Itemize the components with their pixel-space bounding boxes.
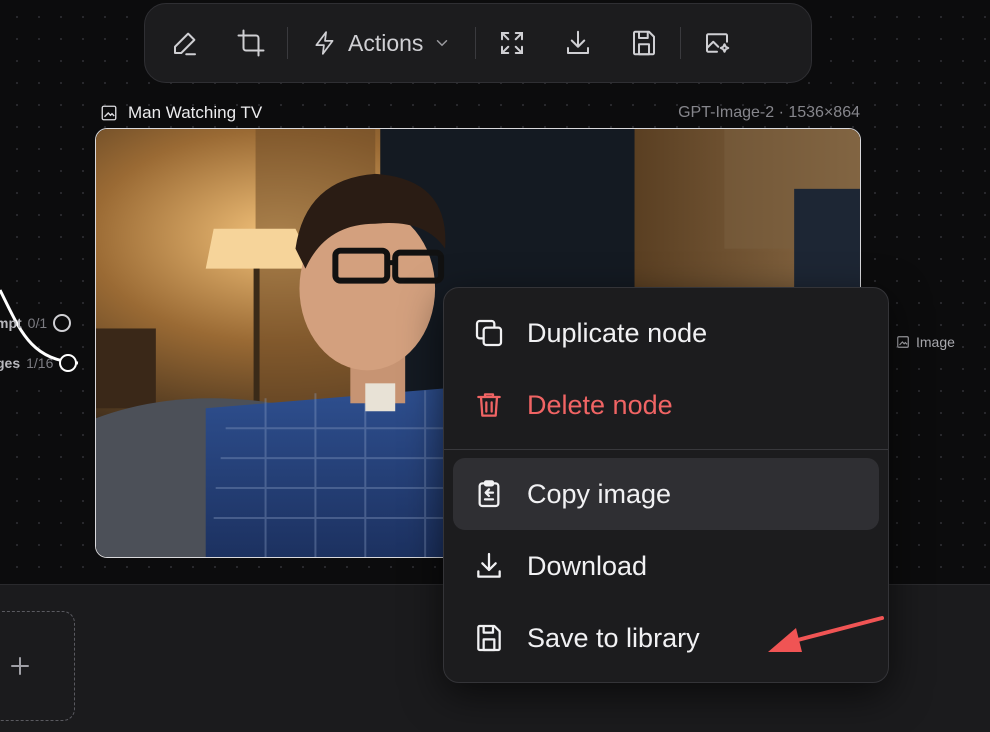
- node-model-info: GPT-Image-2 · 1536×864: [678, 104, 860, 121]
- fullscreen-button[interactable]: [490, 21, 534, 65]
- node-title-text: Man Watching TV: [128, 103, 263, 122]
- crop-button[interactable]: [229, 21, 273, 65]
- port-label: ges: [0, 355, 21, 371]
- port-count: 1/16: [26, 355, 54, 371]
- port-handle[interactable]: [53, 314, 72, 332]
- actions-dropdown[interactable]: Actions: [302, 21, 461, 65]
- fullscreen-icon: [501, 32, 524, 54]
- menu-item-label: Duplicate node: [527, 317, 708, 348]
- bolt-icon: [315, 31, 334, 55]
- image-icon: [897, 336, 909, 348]
- port-count: 0/1: [27, 315, 48, 331]
- menu-item-label: Save to library: [527, 622, 700, 653]
- save-icon: [477, 624, 501, 652]
- image-output-port[interactable]: Image: [896, 334, 955, 350]
- copy-image-item[interactable]: Copy image: [453, 458, 879, 530]
- port-handle[interactable]: [59, 354, 78, 372]
- download-icon: [567, 30, 590, 54]
- images-input-port[interactable]: ges 1/16: [0, 354, 78, 372]
- menu-item-label: Download: [527, 550, 648, 581]
- download-item[interactable]: Download: [453, 530, 879, 602]
- toolbar-divider: [287, 27, 288, 59]
- duplicate-node-item[interactable]: Duplicate node: [453, 297, 879, 369]
- crop-icon: [237, 29, 265, 57]
- node-title[interactable]: Man Watching TV: [100, 103, 262, 123]
- port-label: mpt: [0, 315, 22, 331]
- prompt-input-port[interactable]: mpt 0/1: [0, 314, 72, 332]
- annotation-arrow: [768, 616, 884, 652]
- delete-node-item[interactable]: Delete node: [453, 369, 879, 441]
- output-port-label: Image: [916, 334, 955, 350]
- menu-item-label: Copy image: [527, 478, 672, 509]
- pencil-icon: [174, 32, 196, 56]
- chevron-down-icon: [437, 40, 448, 47]
- clipboard-icon: [478, 480, 500, 508]
- download-button[interactable]: [556, 21, 600, 65]
- node-header: Man Watching TV GPT-Image-2 · 1536×864: [100, 100, 860, 126]
- toolbar-divider: [475, 27, 477, 59]
- menu-divider: [444, 449, 888, 450]
- download-icon: [477, 552, 501, 578]
- menu-item-label: Delete node: [527, 389, 673, 420]
- plus-icon: [11, 657, 29, 675]
- toolbar-divider: [680, 27, 682, 59]
- actions-label: Actions: [348, 29, 424, 56]
- duplicate-icon: [475, 319, 503, 347]
- save-icon: [633, 30, 656, 56]
- save-button[interactable]: [622, 21, 666, 65]
- image-edit-icon: [706, 33, 730, 53]
- image-icon: [101, 105, 117, 121]
- image-toolbar: Actions: [144, 3, 812, 83]
- trash-icon: [477, 393, 501, 417]
- add-slot-button[interactable]: [0, 611, 75, 721]
- edit-button[interactable]: [163, 21, 207, 65]
- image-edit-button[interactable]: [695, 21, 739, 65]
